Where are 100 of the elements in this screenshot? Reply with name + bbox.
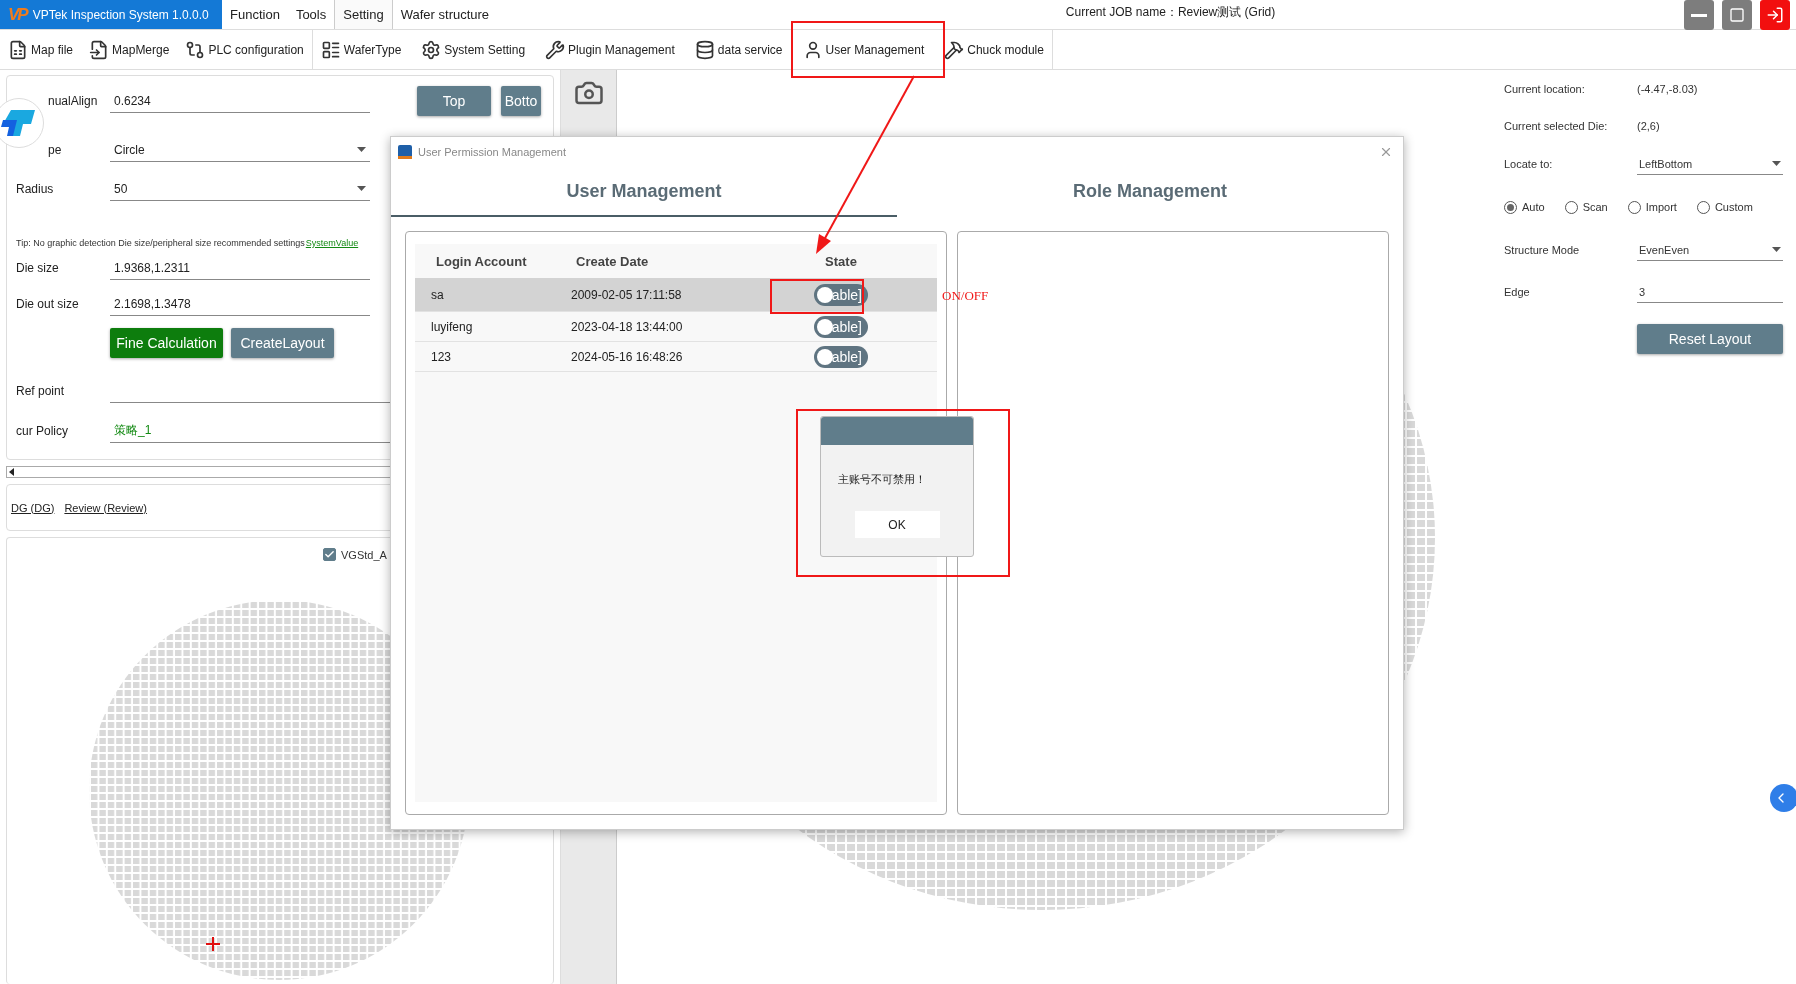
maximize-icon (1729, 7, 1745, 23)
state-toggle[interactable]: able] (814, 283, 868, 306)
dropdown-caret-icon[interactable] (357, 147, 366, 152)
hammer-icon (944, 39, 965, 60)
table-cell-text: 2009-02-05 17:11:58 (570, 287, 683, 302)
dropdown-field[interactable]: LeftBottom (1637, 153, 1783, 175)
toolbar-button[interactable]: WaferType (320, 39, 402, 60)
info-label: Structure Mode (1504, 244, 1581, 256)
crosshair-icon (206, 937, 220, 951)
app-title: VPTek Inspection System 1.0.0.0 (32, 7, 209, 22)
settings-icon (421, 39, 442, 60)
dropdown-caret-icon[interactable] (1772, 161, 1781, 166)
toolbar-button[interactable]: MapMerge (89, 39, 170, 60)
position-button[interactable]: Top (417, 86, 491, 116)
field-label: Die size (16, 261, 60, 275)
minimize-button[interactable] (1684, 0, 1714, 30)
toolbar-button[interactable]: Chuck module (944, 39, 1044, 60)
close-button[interactable] (1379, 145, 1393, 159)
field-label: nualAlign (48, 94, 99, 108)
file-import-icon (89, 39, 110, 60)
job-name: Current JOB name：Review测试 (Grid) (1064, 4, 1276, 21)
input-field[interactable]: 0.6234 (110, 89, 370, 113)
mode-radio[interactable]: Custom (1696, 200, 1753, 214)
list-icon (320, 39, 341, 60)
toolbar-button[interactable]: data service (694, 39, 783, 60)
column-header: Login Account (435, 253, 528, 269)
table-cell-text: 123 (430, 349, 453, 364)
field-label: Ref point (16, 384, 66, 398)
column-header: State (824, 253, 858, 269)
dialog-tab[interactable]: Role Management (897, 167, 1403, 217)
dropdown-caret-icon[interactable] (1772, 247, 1781, 252)
check-icon (324, 549, 335, 560)
system-value-link[interactable]: SystemValue (305, 238, 359, 248)
mode-radio[interactable]: Scan (1564, 200, 1608, 214)
compare-icon (185, 39, 206, 60)
dropdown-field[interactable]: Circle (110, 138, 370, 162)
recipe-link[interactable]: Review (Review) (64, 501, 147, 514)
toolbar-button[interactable]: Plugin Management (545, 39, 675, 60)
dialog-title: User Permission Management (418, 146, 566, 158)
input-field[interactable]: 3 (1637, 281, 1783, 303)
maximize-button[interactable] (1722, 0, 1752, 30)
toolbar-button[interactable]: PLC configuration (185, 39, 304, 60)
info-value: (-4.47,-8.03) (1637, 82, 1698, 95)
menu-item[interactable]: Tools (287, 0, 335, 29)
field-label: pe (48, 143, 63, 157)
toolbar-button[interactable]: Map file (8, 39, 74, 60)
tip-text: Tip: No graphic detection Die size/peripheral size recommended settings (16, 238, 305, 248)
info-label: Edge (1504, 286, 1531, 298)
table-cell-text: luyifeng (430, 319, 474, 334)
input-field[interactable]: 1.9368,1.2311 (110, 256, 370, 280)
info-value: (2,6) (1637, 119, 1660, 132)
message-text: 主账号不可禁用！ (838, 472, 926, 487)
user-row[interactable]: sa 2009-02-05 17:11:58 able] (415, 278, 937, 312)
wrench-icon (545, 39, 566, 60)
toolbar-button[interactable]: User Management (802, 39, 925, 60)
layer-label: VGStd_A (341, 548, 387, 561)
dropdown-field[interactable]: EvenEven (1637, 239, 1783, 261)
mode-radio[interactable]: Auto (1504, 200, 1545, 214)
recipe-link[interactable]: DG (DG) (11, 501, 55, 514)
info-label: Locate to: (1504, 158, 1554, 170)
mode-radio[interactable]: Import (1627, 200, 1677, 214)
app-logo: VP (8, 4, 27, 25)
info-label: Current selected Die: (1504, 119, 1609, 132)
close-icon-glyph (1379, 145, 1393, 159)
user-row[interactable]: 123 2024-05-16 16:48:26 able] (415, 342, 937, 372)
field-label: cur Policy (16, 424, 69, 438)
minimize-icon (1691, 13, 1707, 17)
table-cell-text: 2024-05-16 16:48:26 (570, 349, 684, 364)
dropdown-field[interactable]: 50 (110, 177, 370, 201)
collapse-button[interactable] (1770, 784, 1796, 812)
input-field[interactable]: 2.1698,1.3478 (110, 292, 370, 316)
dialog-tab[interactable]: User Management (391, 167, 897, 217)
annotation-note: ON/OFF (942, 288, 989, 304)
table-cell-text: sa (430, 287, 445, 302)
ok-button[interactable]: OK (854, 511, 940, 538)
info-label: Current location: (1504, 82, 1586, 95)
calculate-button[interactable]: Fine Calculation (110, 328, 223, 358)
menu-item[interactable]: Wafer structure (392, 0, 498, 29)
field-label: Die out size (16, 297, 80, 311)
toolbar-button[interactable]: System Setting (421, 39, 526, 60)
dropdown-caret-icon[interactable] (357, 186, 366, 191)
field-label: Radius (16, 182, 55, 196)
column-header: Create Date (575, 253, 650, 269)
scroll-left-icon[interactable] (7, 467, 17, 477)
reset-layout-button[interactable]: Reset Layout (1637, 324, 1783, 354)
table-cell-text: 2023-04-18 13:44:00 (570, 319, 684, 334)
exit-icon (1766, 6, 1784, 24)
user-row[interactable]: luyifeng 2023-04-18 13:44:00 able] (415, 312, 937, 342)
menu-item[interactable]: Function (222, 0, 288, 29)
spreadsheet-icon (8, 39, 28, 60)
app-icon (398, 145, 412, 159)
database-icon (694, 39, 715, 60)
position-button[interactable]: Botto (501, 86, 541, 116)
exit-button[interactable] (1760, 0, 1790, 30)
state-toggle[interactable]: able] (814, 345, 868, 368)
state-toggle[interactable]: able] (814, 315, 868, 338)
menu-item[interactable]: Setting (334, 0, 393, 29)
layer-checkbox[interactable] (323, 548, 336, 561)
assistant-icon (1, 108, 37, 138)
create-layout-button[interactable]: CreateLayout (231, 328, 334, 358)
